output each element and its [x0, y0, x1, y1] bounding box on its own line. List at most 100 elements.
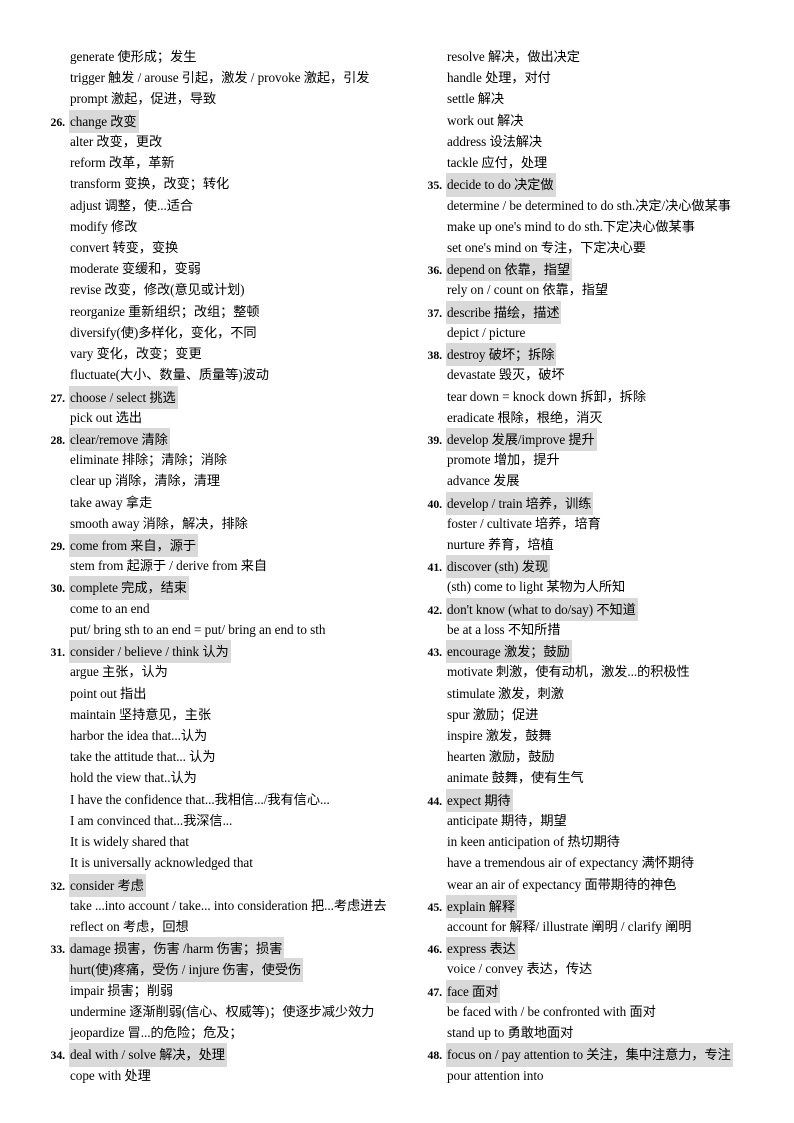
entry-text: jeopardize 冒...的危险；危及；: [70, 1025, 243, 1041]
entry-line: 46. express 表达: [406, 937, 794, 961]
entry-text: set one's mind on 专注，下定决心要: [447, 239, 646, 255]
sub-entry-line: harbor the idea that...认为: [29, 725, 397, 746]
entry-line: 45. explain 解释: [406, 894, 794, 918]
entry-number: 30.: [50, 581, 66, 596]
entry-text: modify 修改: [70, 218, 138, 234]
entry-text: eradicate 根除，根绝，消灭: [447, 409, 603, 425]
entry-text: work out 解决: [447, 112, 524, 128]
entry-text: destroy 破坏；拆除: [446, 343, 557, 367]
sub-entry-line: wear an air of expectancy 面带期待的神色: [406, 874, 794, 895]
entry-number: 35.: [427, 178, 443, 193]
entry-text: develop 发展/improve 提升: [446, 427, 597, 452]
entry-number: 41.: [427, 560, 443, 575]
entry-line: 35. decide to do 决定做: [406, 173, 794, 197]
entry-line: 27. choose / select 挑选: [29, 385, 397, 409]
sub-entry-line: reform 改革，革新: [29, 152, 397, 173]
sub-entry-line: motivate 刺激，使有动机，激发...的积极性: [406, 661, 794, 682]
entry-text: I have the confidence that...我相信.../我有信心…: [70, 791, 330, 807]
entry-number: 37.: [427, 305, 443, 320]
two-column-layout: generate 使形成；发生 trigger 触发 / arouse 引起，激发…: [0, 46, 794, 1086]
entry-text: clear/remove 清除: [69, 427, 170, 452]
entry-text: vary 变化，改变；变更: [70, 346, 202, 362]
entry-text: convert 转变，变换: [70, 239, 179, 255]
entry-text: adjust 调整，使...适合: [70, 197, 194, 213]
sub-entry-line: adjust 调整，使...适合: [29, 195, 397, 216]
entry-text: voice / convey 表达，传达: [447, 961, 593, 977]
entry-text: point out 指出: [70, 685, 147, 701]
entry-text: undermine 逐渐削弱(信心、权威等)；使逐步减少效力: [70, 1003, 375, 1019]
entry-text: eliminate 排除；清除；消除: [70, 452, 227, 468]
entry-text: determine / be determined to do sth.决定/决…: [447, 197, 731, 213]
entry-text: diversify(使)多样化，变化，不同: [70, 324, 257, 340]
sub-entry-line: make up one's mind to do sth.下定决心做某事: [406, 216, 794, 237]
entry-text: discover (sth) 发现: [446, 555, 550, 579]
entry-text: fluctuate(大小、数量、质量等)波动: [70, 367, 269, 383]
sub-entry-line: stem from 起源于 / derive from 来自: [29, 555, 397, 576]
entry-number: 39.: [427, 432, 443, 447]
entry-number: 40.: [427, 496, 443, 511]
entry-text: choose / select 挑选: [69, 385, 178, 409]
entry-text: address 设法解决: [447, 133, 542, 149]
entry-number: 46.: [427, 942, 443, 957]
entry-line: 26. change 改变: [29, 109, 397, 133]
entry-number: 48.: [427, 1048, 443, 1063]
entry-text: spur 激励；促进: [447, 706, 539, 722]
sub-entry-line: devastate 毁灭，破坏: [406, 364, 794, 385]
entry-text: devastate 毁灭，破坏: [447, 367, 565, 383]
entry-text: animate 鼓舞，使有生气: [447, 770, 584, 786]
entry-line: 33. damage 损害，伤害 /harm 伤害；损害: [29, 937, 397, 961]
sub-entry-line: animate 鼓舞，使有生气: [406, 767, 794, 788]
sub-entry-line: advance 发展: [406, 470, 794, 491]
entry-text: take ...into account / take... into cons…: [70, 897, 387, 913]
entry-text: reorganize 重新组织；改组；整顿: [70, 303, 260, 319]
sub-entry-line: generate 使形成；发生: [29, 46, 397, 67]
sub-entry-line: tear down = knock down 拆卸，拆除: [406, 386, 794, 407]
sub-entry-line: eliminate 排除；清除；消除: [29, 449, 397, 470]
entry-number: 42.: [427, 602, 443, 617]
entry-text: expect 期待: [446, 788, 513, 812]
sub-entry-line: be faced with / be confronted with 面对: [406, 1001, 794, 1022]
entry-text: make up one's mind to do sth.下定决心做某事: [447, 218, 695, 234]
sub-entry-line: vary 变化，改变；变更: [29, 343, 397, 364]
sub-entry-line: handle 处理，对付: [406, 67, 794, 88]
entry-text: moderate 变缓和，变弱: [70, 261, 201, 277]
sub-entry-line: account for 解释/ illustrate 阐明 / clarify …: [406, 916, 794, 937]
entry-text: promote 增加，提升: [447, 452, 560, 468]
right-column: resolve 解决，做出决定 handle 处理，对付 settle 解决 work…: [397, 46, 794, 1086]
entry-line: 34. deal with / solve 解决，处理: [29, 1043, 397, 1067]
entry-text: come to an end: [70, 600, 150, 616]
entry-text: impair 损害；削弱: [70, 982, 174, 998]
sub-entry-line: I am convinced that...我深信...: [29, 810, 397, 831]
entry-text: It is universally acknowledged that: [70, 855, 253, 871]
entry-text: harbor the idea that...认为: [70, 728, 208, 743]
sub-entry-line: fluctuate(大小、数量、质量等)波动: [29, 364, 397, 385]
sub-entry-line: voice / convey 表达，传达: [406, 958, 794, 979]
sub-entry-line: point out 指出: [29, 683, 397, 704]
sub-entry-line: cope with 处理: [29, 1065, 397, 1086]
entry-text: maintain 坚持意见，主张: [70, 706, 211, 722]
entry-text: handle 处理，对付: [447, 70, 551, 86]
sub-entry-line: nurture 养育，培植: [406, 534, 794, 555]
entry-text: in keen anticipation of 热切期待: [447, 834, 620, 850]
sub-entry-line: revise 改变，修改(意见或计划): [29, 279, 397, 300]
entry-text: describe 描绘，描述: [446, 300, 562, 324]
entry-text: clear up 消除，清除，清理: [70, 473, 221, 489]
sub-entry-line: in keen anticipation of 热切期待: [406, 831, 794, 852]
entry-text: It is widely shared that: [70, 834, 189, 850]
entry-number: 27.: [50, 390, 66, 405]
left-column: generate 使形成；发生 trigger 触发 / arouse 引起，激发…: [0, 46, 397, 1086]
entry-text: hold the view that..认为: [70, 770, 197, 786]
sub-entry-line: jeopardize 冒...的危险；危及；: [29, 1022, 397, 1043]
entry-text: reform 改革，革新: [70, 155, 175, 171]
sub-entry-line: modify 修改: [29, 216, 397, 237]
sub-entry-line: smooth away 消除，解决，排除: [29, 513, 397, 534]
entry-text: come from 来自，源于: [69, 534, 198, 558]
entry-text: consider 考虑: [69, 873, 146, 897]
entry-number: 31.: [50, 645, 66, 660]
entry-text: take away 拿走: [70, 494, 153, 510]
entry-text: deal with / solve 解决，处理: [69, 1043, 227, 1067]
entry-text: alter 改变，更改: [70, 133, 163, 149]
entry-number: 28.: [50, 432, 66, 447]
sub-entry-line: It is universally acknowledged that: [29, 852, 397, 873]
sub-entry-line: eradicate 根除，根绝，消灭: [406, 407, 794, 428]
